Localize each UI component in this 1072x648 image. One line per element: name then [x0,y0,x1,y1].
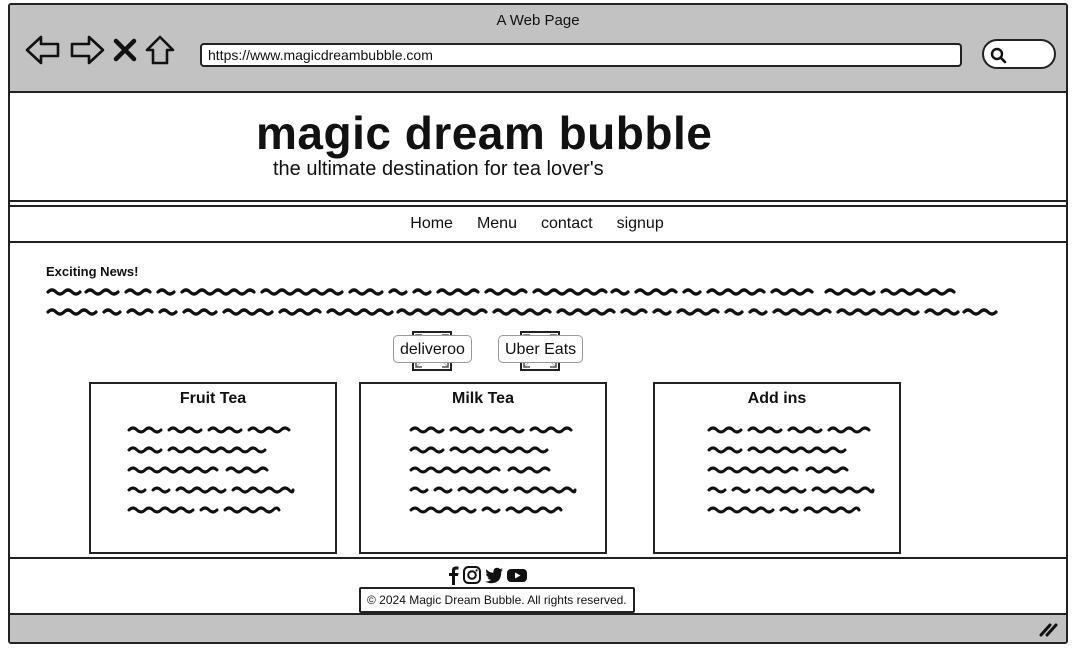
card-title: Add ins [747,390,807,407]
nav-menu-link[interactable]: Menu [477,215,517,233]
placeholder-text-block [409,426,577,514]
placeholder-text-block [707,426,875,514]
placeholder-text-line [46,308,998,316]
card-title: Fruit Tea [179,390,247,407]
main-content: Exciting News! deliveroo Uber Eats Fruit… [10,245,1066,557]
resize-grip-icon[interactable] [1038,621,1058,637]
browser-search-box[interactable] [982,39,1056,69]
search-icon [990,47,1007,64]
browser-nav-buttons [24,33,176,67]
main-nav: Home Menu contact signup [10,205,1066,243]
browser-status-bar [10,615,1066,642]
back-arrow-icon[interactable] [24,33,62,67]
site-title: magic dream bubble [256,107,713,159]
placeholder-text-line [46,288,956,296]
browser-chrome: A Web Page https://www.magicdreambubble.… [10,5,1066,93]
menu-card-fruit-tea[interactable]: Fruit Tea [89,382,337,554]
menu-card-milk-tea[interactable]: Milk Tea [359,382,607,554]
nav-home-link[interactable]: Home [410,215,453,233]
site-header: magic dream bubble the ultimate destinat… [10,94,1066,202]
stop-x-icon[interactable] [112,33,138,67]
placeholder-text-block [127,426,295,514]
card-title: Milk Tea [452,390,514,407]
nav-contact-link[interactable]: contact [541,215,593,233]
url-bar[interactable]: https://www.magicdreambubble.com [200,43,962,67]
ubereats-button[interactable]: Uber Eats [498,335,584,363]
news-heading: Exciting News! [46,264,139,279]
site-footer: © 2024 Magic Dream Bubble. All rights re… [10,557,1066,615]
nav-signup-link[interactable]: signup [617,215,664,233]
copyright-notice: © 2024 Magic Dream Bubble. All rights re… [359,587,635,613]
forward-arrow-icon[interactable] [68,33,106,67]
home-icon[interactable] [144,33,176,67]
menu-card-add-ins[interactable]: Add ins [653,382,901,554]
site-tagline: the ultimate destination for tea lover's [273,158,604,180]
deliveroo-button[interactable]: deliveroo [393,335,472,363]
browser-window: A Web Page https://www.magicdreambubble.… [8,3,1068,644]
window-title: A Web Page [496,12,580,29]
